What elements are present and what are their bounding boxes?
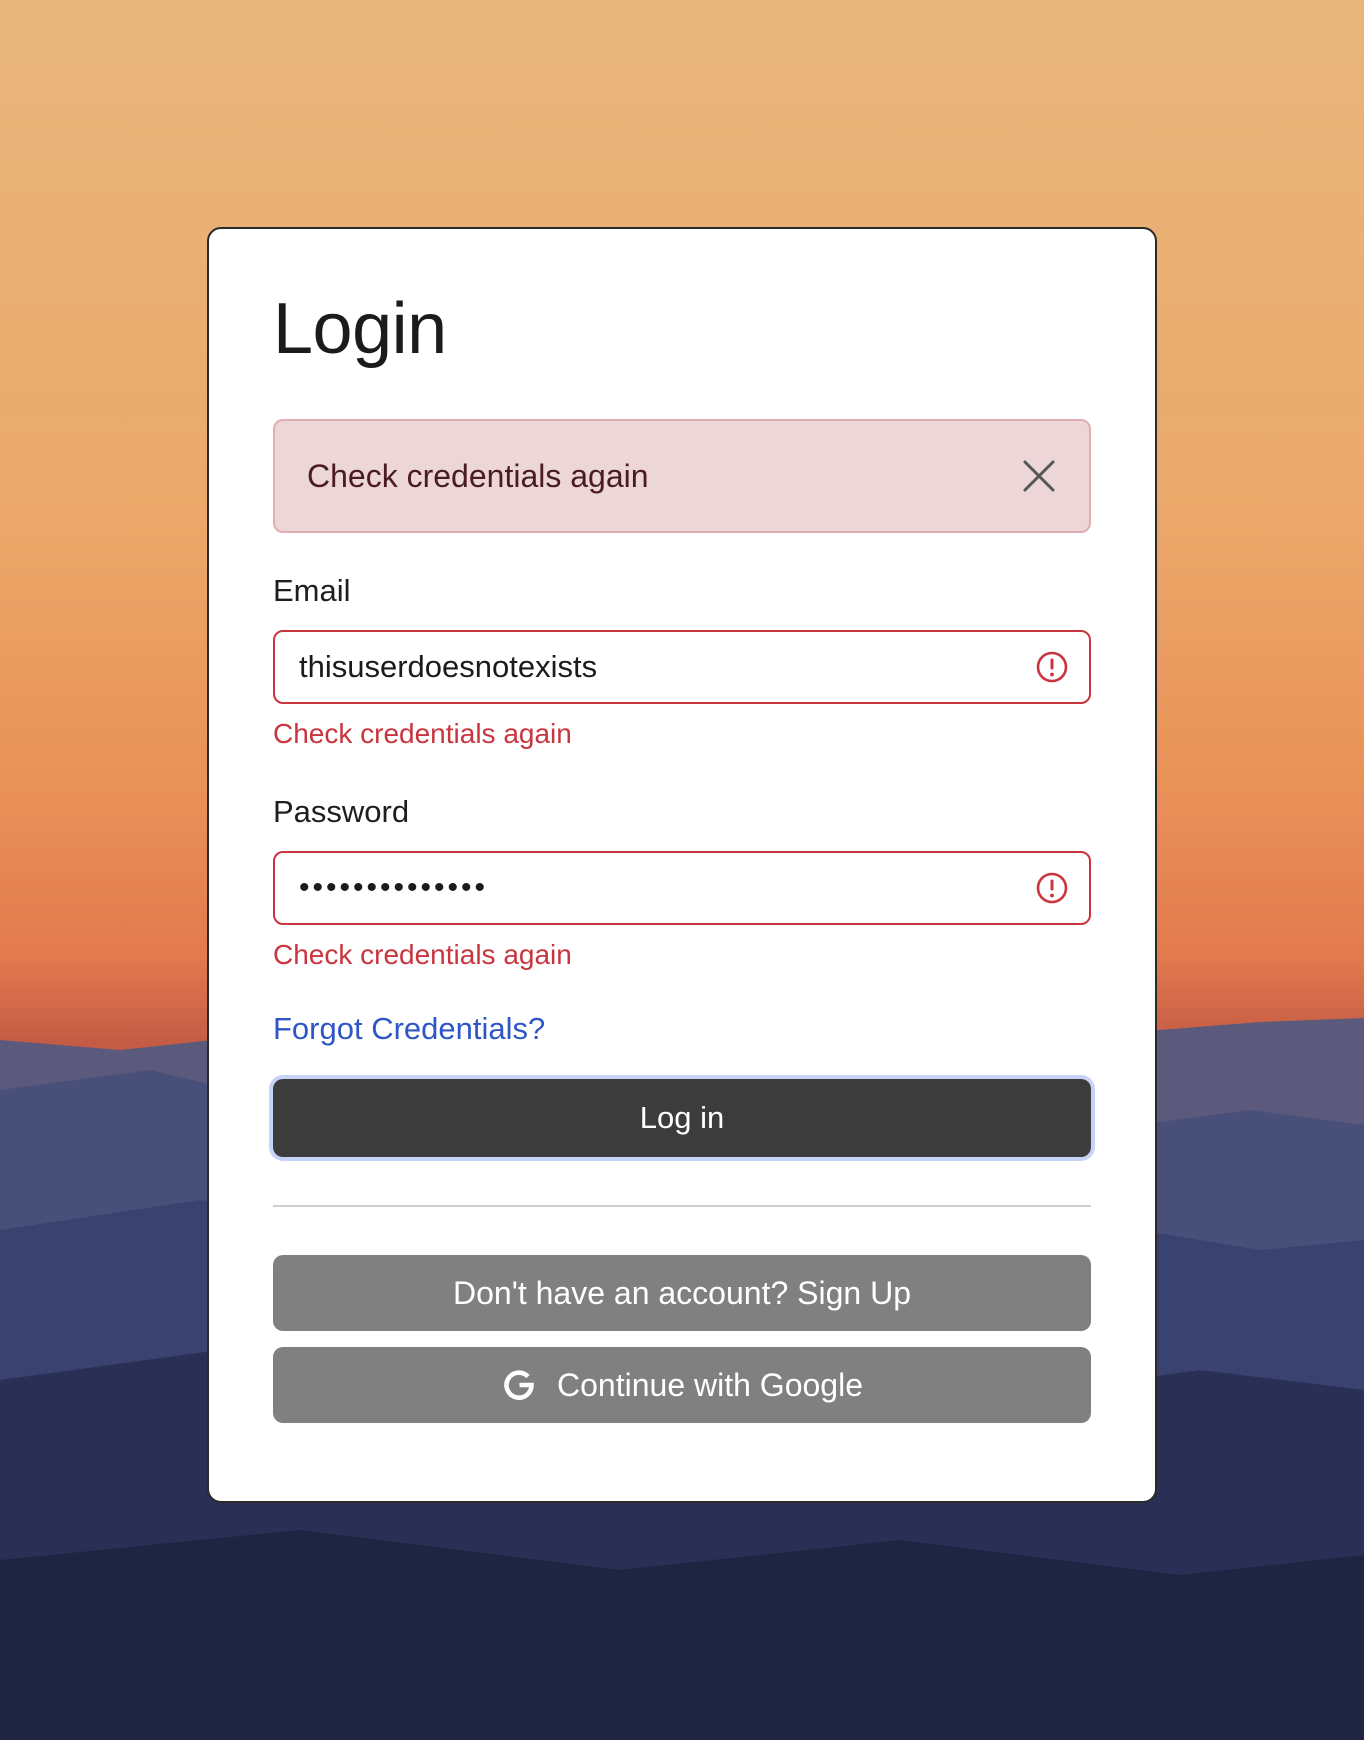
email-field-container xyxy=(273,630,1091,704)
google-icon xyxy=(504,1370,534,1400)
password-field-container xyxy=(273,851,1091,925)
email-field[interactable] xyxy=(299,637,1035,697)
login-card: Login Check credentials again Email Chec… xyxy=(207,227,1157,1503)
page-title: Login xyxy=(273,289,447,369)
forgot-credentials-link[interactable]: Forgot Credentials? xyxy=(273,1011,545,1047)
error-circle-icon xyxy=(1036,872,1068,904)
email-label: Email xyxy=(273,573,351,608)
error-alert: Check credentials again xyxy=(273,419,1091,533)
email-error-message: Check credentials again xyxy=(273,718,572,749)
sign-up-button[interactable]: Don't have an account? Sign Up xyxy=(273,1255,1091,1331)
login-button[interactable]: Log in xyxy=(273,1079,1091,1157)
sign-up-button-label: Don't have an account? Sign Up xyxy=(453,1274,911,1311)
google-sign-in-button[interactable]: Continue with Google xyxy=(273,1347,1091,1423)
close-icon[interactable] xyxy=(1019,456,1059,496)
password-field[interactable] xyxy=(299,858,1035,918)
close-icon-graphic xyxy=(1023,460,1055,492)
divider xyxy=(273,1205,1091,1207)
error-circle-icon xyxy=(1036,651,1068,683)
password-label: Password xyxy=(273,794,410,829)
google-button-label: Continue with Google xyxy=(557,1366,863,1403)
password-error-message: Check credentials again xyxy=(273,939,572,970)
alert-message: Check credentials again xyxy=(307,457,649,494)
